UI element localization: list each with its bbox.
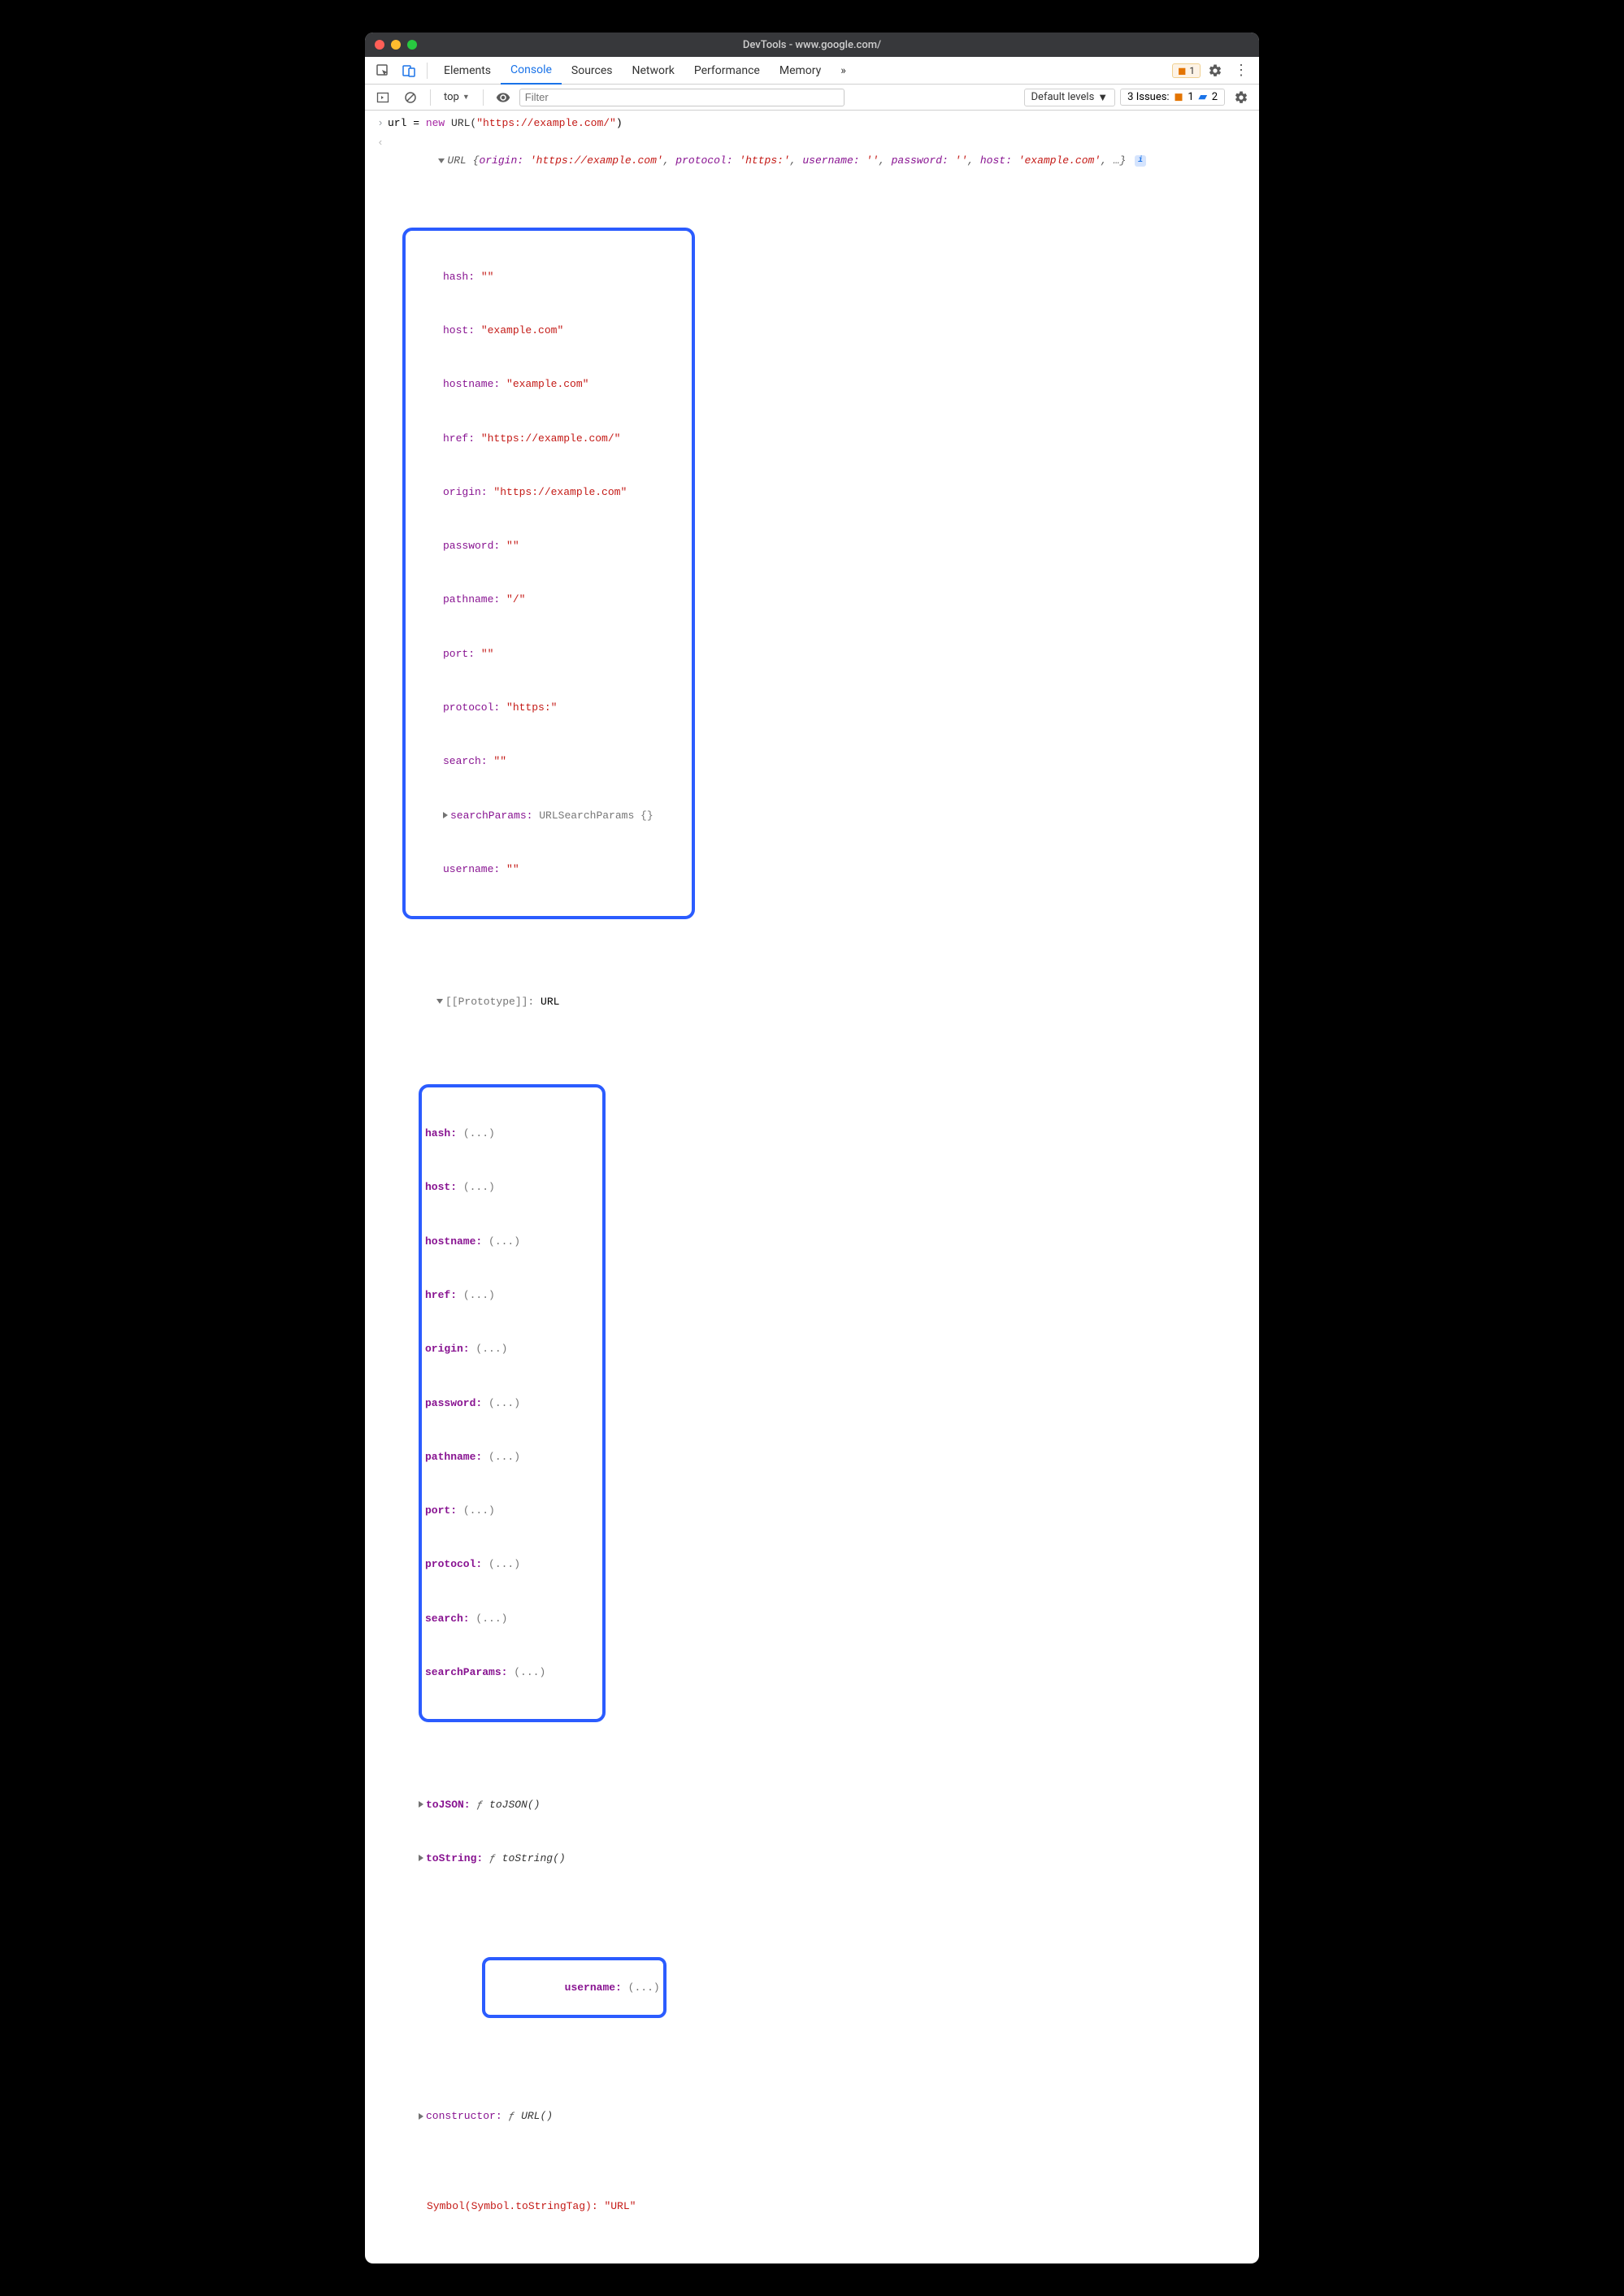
highlighted-properties-box: hash: "" host: "example.com" hostname: "… bbox=[402, 228, 695, 920]
chevron-down-icon: ▼ bbox=[1097, 91, 1108, 104]
prop-searchparams[interactable]: searchParams: URLSearchParams {} bbox=[409, 807, 688, 825]
devtools-window: DevTools - www.google.com/ Elements Cons… bbox=[365, 33, 1259, 2263]
output-chevron-icon: ‹ bbox=[373, 134, 388, 152]
highlighted-username-box: username: (...) bbox=[482, 1957, 667, 2017]
levels-label: Default levels bbox=[1031, 91, 1095, 103]
expand-toggle-icon[interactable] bbox=[419, 1801, 423, 1808]
proto-tojson[interactable]: toJSON: ƒ toJSON() bbox=[419, 1796, 1251, 1814]
prop-username[interactable]: username: "" bbox=[409, 861, 688, 879]
prop-password[interactable]: password: "" bbox=[409, 537, 688, 555]
tab-sources[interactable]: Sources bbox=[562, 57, 623, 85]
tabbar-separator bbox=[427, 63, 428, 79]
toggle-sidebar-icon[interactable] bbox=[371, 86, 394, 109]
settings-icon[interactable] bbox=[1204, 59, 1227, 82]
proto-protocol[interactable]: protocol: (...) bbox=[425, 1556, 599, 1573]
issue-warn-count: 1 bbox=[1188, 91, 1193, 103]
url-properties-group: hash: "" host: "example.com" hostname: "… bbox=[365, 189, 1259, 2252]
proto-pathname[interactable]: pathname: (...) bbox=[425, 1448, 599, 1466]
proto-search[interactable]: search: (...) bbox=[425, 1610, 599, 1628]
tab-elements[interactable]: Elements bbox=[434, 57, 501, 85]
proto-hash[interactable]: hash: (...) bbox=[425, 1125, 599, 1143]
issue-info-count: 2 bbox=[1212, 91, 1218, 103]
traffic-lights bbox=[375, 40, 417, 50]
device-toolbar-icon[interactable] bbox=[397, 59, 420, 82]
clear-console-icon[interactable] bbox=[399, 86, 422, 109]
highlighted-prototype-box: hash: (...) host: (...) hostname: (...) … bbox=[419, 1084, 606, 1722]
prop-pathname[interactable]: pathname: "/" bbox=[409, 591, 688, 609]
inspect-element-icon[interactable] bbox=[371, 59, 394, 82]
proto-hostname[interactable]: hostname: (...) bbox=[425, 1233, 599, 1251]
minimize-window-button[interactable] bbox=[391, 40, 401, 50]
prop-hash[interactable]: hash: "" bbox=[409, 268, 688, 286]
close-window-button[interactable] bbox=[375, 40, 384, 50]
console-toolbar: top ▼ Default levels ▼ 3 Issues: ◼ 1 ▰ 2 bbox=[365, 85, 1259, 111]
warnings-count: 1 bbox=[1189, 65, 1195, 76]
maximize-window-button[interactable] bbox=[407, 40, 417, 50]
proto-username-wrapper: username: (...) bbox=[419, 1939, 1251, 2035]
tab-performance[interactable]: Performance bbox=[684, 57, 770, 85]
expand-toggle-icon[interactable] bbox=[419, 1855, 423, 1861]
prop-origin[interactable]: origin: "https://example.com" bbox=[409, 484, 688, 501]
execution-context-selector[interactable]: top ▼ bbox=[439, 89, 475, 105]
chevron-down-icon: ▼ bbox=[462, 93, 470, 102]
prop-port[interactable]: port: "" bbox=[409, 645, 688, 663]
live-expression-icon[interactable] bbox=[492, 86, 515, 109]
expand-toggle-icon[interactable] bbox=[419, 2113, 423, 2120]
proto-constructor[interactable]: constructor: ƒ URL() bbox=[419, 2107, 1251, 2125]
proto-searchparams[interactable]: searchParams: (...) bbox=[425, 1664, 599, 1682]
prototype-header[interactable]: [[Prototype]]: URL bbox=[402, 993, 1251, 1011]
issues-label: 3 Issues: bbox=[1127, 91, 1169, 103]
proto-port[interactable]: port: (...) bbox=[425, 1502, 599, 1520]
prop-protocol[interactable]: protocol: "https:" bbox=[409, 699, 688, 717]
warning-icon: ◼ bbox=[1175, 91, 1183, 103]
proto-origin[interactable]: origin: (...) bbox=[425, 1340, 599, 1358]
url-object-summary[interactable]: URL {origin: 'https://example.com', prot… bbox=[388, 134, 1251, 188]
prop-href[interactable]: href: "https://example.com/" bbox=[409, 430, 688, 448]
info-chip-icon[interactable]: i bbox=[1135, 155, 1146, 167]
warnings-badge[interactable]: ◼ 1 bbox=[1172, 63, 1201, 78]
filter-input[interactable] bbox=[519, 89, 845, 106]
tab-network[interactable]: Network bbox=[623, 57, 684, 85]
proto-host[interactable]: host: (...) bbox=[425, 1178, 599, 1196]
console-input-text: url = new URL("https://example.com/") bbox=[388, 115, 1251, 132]
prop-hostname[interactable]: hostname: "example.com" bbox=[409, 375, 688, 393]
expand-toggle-icon[interactable] bbox=[438, 158, 445, 163]
issues-counter[interactable]: 3 Issues: ◼ 1 ▰ 2 bbox=[1120, 89, 1225, 106]
proto-href[interactable]: href: (...) bbox=[425, 1287, 599, 1304]
window-titlebar: DevTools - www.google.com/ bbox=[365, 33, 1259, 57]
log-levels-selector[interactable]: Default levels ▼ bbox=[1024, 89, 1116, 106]
input-chevron-icon: › bbox=[373, 115, 388, 132]
prop-host[interactable]: host: "example.com" bbox=[409, 322, 688, 340]
proto-username[interactable]: username: (...) bbox=[565, 1981, 660, 1994]
context-label: top bbox=[444, 91, 459, 103]
console-input-row: › url = new URL("https://example.com/") bbox=[365, 114, 1259, 133]
more-menu-icon[interactable]: ⋮ bbox=[1230, 59, 1253, 82]
tab-memory[interactable]: Memory bbox=[770, 57, 831, 85]
proto-symbol[interactable]: Symbol(Symbol.toStringTag): "URL" bbox=[427, 2198, 1251, 2216]
prop-search[interactable]: search: "" bbox=[409, 753, 688, 770]
window-title: DevTools - www.google.com/ bbox=[365, 39, 1259, 51]
tab-overflow[interactable]: » bbox=[831, 57, 856, 85]
expand-toggle-icon[interactable] bbox=[443, 812, 448, 818]
warning-icon: ◼ bbox=[1178, 65, 1186, 76]
main-tabbar: Elements Console Sources Network Perform… bbox=[365, 57, 1259, 85]
console-output-row: ‹ URL {origin: 'https://example.com', pr… bbox=[365, 133, 1259, 189]
console-settings-icon[interactable] bbox=[1230, 86, 1253, 109]
console-output[interactable]: › url = new URL("https://example.com/") … bbox=[365, 111, 1259, 2263]
proto-password[interactable]: password: (...) bbox=[425, 1395, 599, 1413]
panel-tabs: Elements Console Sources Network Perform… bbox=[434, 57, 856, 85]
proto-tostring[interactable]: toString: ƒ toString() bbox=[419, 1850, 1251, 1868]
info-icon: ▰ bbox=[1199, 91, 1207, 103]
expand-toggle-icon[interactable] bbox=[436, 999, 443, 1004]
tab-console[interactable]: Console bbox=[501, 57, 562, 85]
